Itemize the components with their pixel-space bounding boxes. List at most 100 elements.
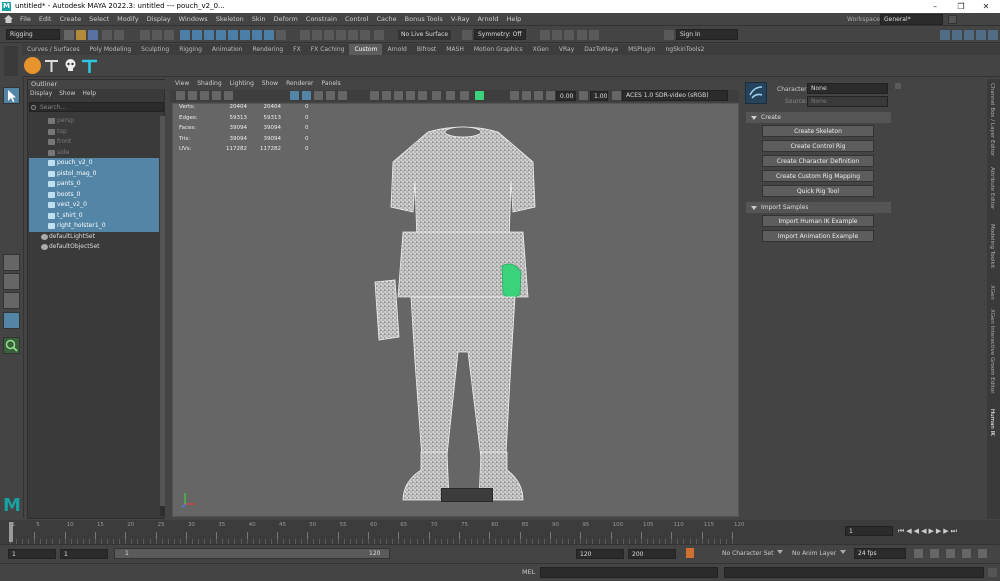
gamma-field[interactable]: 1.00 xyxy=(590,91,608,101)
create-custom-rig-mapping-button[interactable]: Create Custom Rig Mapping xyxy=(762,170,874,182)
shelf-tab-mash[interactable]: MASH xyxy=(441,44,469,55)
select-hierarchy-icon[interactable] xyxy=(140,30,150,40)
render-settings-icon[interactable] xyxy=(336,30,346,40)
single-perspective-layout-icon[interactable] xyxy=(3,254,20,271)
hud-icon[interactable] xyxy=(460,91,469,100)
camera-bookmarks-icon[interactable] xyxy=(188,91,197,100)
shelf-tab-fx-caching[interactable]: FX Caching xyxy=(306,44,350,55)
select-tool-icon[interactable] xyxy=(3,87,20,104)
attribute-editor-icon[interactable] xyxy=(964,30,974,40)
isolate-select-icon[interactable] xyxy=(394,91,403,100)
save-scene-icon[interactable] xyxy=(88,30,98,40)
new-scene-icon[interactable] xyxy=(64,30,74,40)
textured-icon[interactable] xyxy=(314,91,323,100)
exposure-field[interactable]: 0.00 xyxy=(556,91,576,101)
channel-box-icon[interactable] xyxy=(952,30,962,40)
import-animation-example-button[interactable]: Import Animation Example xyxy=(762,230,874,242)
humanik-options-icon[interactable] xyxy=(895,83,901,89)
shelf-tab-motion-graphics[interactable]: Motion Graphics xyxy=(469,44,528,55)
settings-icon[interactable] xyxy=(664,30,674,40)
current-frame-field[interactable]: 1 xyxy=(845,526,893,536)
home-icon[interactable] xyxy=(4,15,13,23)
auto-key-icon[interactable] xyxy=(686,548,694,558)
shelf-tab-xgen[interactable]: XGen xyxy=(528,44,554,55)
magnet-icon[interactable] xyxy=(374,30,384,40)
render-frame-icon[interactable] xyxy=(312,30,322,40)
shelf-tab-vray[interactable]: VRay xyxy=(554,44,579,55)
render-view-icon[interactable] xyxy=(360,30,370,40)
outliner-item-front[interactable]: front xyxy=(29,137,159,148)
menu-skin[interactable]: Skin xyxy=(248,13,270,26)
color-management-icon[interactable] xyxy=(612,91,621,100)
outliner-search-input[interactable]: Search... xyxy=(29,102,164,112)
viewport-menu-show[interactable]: Show xyxy=(262,80,278,87)
stickman-icon[interactable] xyxy=(946,549,955,558)
viewport-menu-lighting[interactable]: Lighting xyxy=(230,80,254,87)
mel-input[interactable] xyxy=(540,567,718,578)
shelf-tpose-icon[interactable] xyxy=(43,57,60,74)
menu-display[interactable]: Display xyxy=(143,13,175,26)
menu-v-ray[interactable]: V-Ray xyxy=(447,13,474,26)
create-section-header[interactable]: Create xyxy=(746,112,891,123)
end-frame-field[interactable]: 200 xyxy=(628,549,676,559)
menu-constrain[interactable]: Constrain xyxy=(302,13,341,26)
live-surface-field[interactable]: No Live Surface xyxy=(398,30,452,40)
viewport-menu-shading[interactable]: Shading xyxy=(197,80,221,87)
tool-settings-icon[interactable] xyxy=(976,30,986,40)
smooth-shade-icon[interactable] xyxy=(302,91,311,100)
shelf-options-icon[interactable] xyxy=(4,46,18,76)
layout-icon[interactable] xyxy=(940,30,950,40)
create-character-definition-button[interactable]: Create Character Definition xyxy=(762,155,874,167)
wireframe-icon[interactable] xyxy=(290,91,299,100)
open-scene-icon[interactable] xyxy=(76,30,86,40)
resolution-gate-icon[interactable] xyxy=(510,91,519,100)
outliner-item-t-shirt-0[interactable]: t_shirt_0 xyxy=(29,210,159,221)
character-set-dropdown-icon[interactable] xyxy=(777,550,783,555)
create-skeleton-button[interactable]: Create Skeleton xyxy=(762,125,874,137)
shelf-tab-poly-modeling[interactable]: Poly Modeling xyxy=(85,44,137,55)
mel-label[interactable]: MEL xyxy=(522,568,535,576)
shelf-maya-button[interactable] xyxy=(24,57,41,74)
fps-dropdown[interactable]: 24 fps xyxy=(854,548,906,559)
shelf-tab-fx[interactable]: FX xyxy=(288,44,306,55)
toggle-modeling-icon[interactable] xyxy=(564,30,574,40)
menu-cache[interactable]: Cache xyxy=(372,13,400,26)
field-chart-icon[interactable] xyxy=(534,91,543,100)
preferences-icon[interactable] xyxy=(978,549,987,558)
colorspace-dropdown[interactable]: ACES 1.0 SDR-video (sRGB) xyxy=(622,90,728,101)
rotate-tool-icon[interactable] xyxy=(3,167,20,184)
outliner-item-right-holster1-0[interactable]: right_holster1_0 xyxy=(29,221,159,232)
shelf-tab-rigging[interactable]: Rigging xyxy=(174,44,207,55)
script-icon[interactable] xyxy=(552,30,562,40)
anim-end-field[interactable]: 120 xyxy=(576,549,624,559)
viewport-menu-renderer[interactable]: Renderer xyxy=(286,80,313,87)
shelf-tab-custom[interactable]: Custom xyxy=(349,44,383,55)
history-icon[interactable] xyxy=(300,30,310,40)
undo-icon[interactable] xyxy=(102,30,112,40)
search-tool-icon[interactable] xyxy=(3,337,20,354)
menu-modify[interactable]: Modify xyxy=(113,13,143,26)
outliner-item-pistol-mag-0[interactable]: pistol_mag_0 xyxy=(29,168,159,179)
menu-windows[interactable]: Windows xyxy=(175,13,212,26)
xray-joints-icon[interactable] xyxy=(382,91,391,100)
viewport-canvas[interactable]: Verts: 20404 20404 0 Edges: 59313 59313 0 Faces:… xyxy=(172,103,739,517)
menu-arnold[interactable]: Arnold xyxy=(473,13,502,26)
viewport-menu-panels[interactable]: Panels xyxy=(321,80,340,87)
create-control-rig-button[interactable]: Create Control Rig xyxy=(762,140,874,152)
move-tool-icon[interactable] xyxy=(3,148,20,165)
viewport-menu-view[interactable]: View xyxy=(175,80,189,87)
shelf-tab-daztomaya[interactable]: DazToMaya xyxy=(579,44,623,55)
menu-help[interactable]: Help xyxy=(502,13,525,26)
current-time-marker[interactable] xyxy=(9,522,13,542)
sound-icon[interactable] xyxy=(930,549,939,558)
time-slider[interactable]: 1 5 10 15 20 25 30 35 40 45 50 55 60 65 70 75 80 85 90 95 10… xyxy=(0,520,1000,544)
outliner-scrollbar[interactable] xyxy=(160,116,165,516)
sign-in-button[interactable]: Sign In xyxy=(676,29,738,40)
shelf-tab-msplugin[interactable]: MSPlugin xyxy=(623,44,660,55)
snap-pivot-icon[interactable] xyxy=(276,30,286,40)
snap-point-icon[interactable] xyxy=(204,30,214,40)
menu-bonus-tools[interactable]: Bonus Tools xyxy=(401,13,447,26)
outliner-item-defaultObjectSet[interactable]: defaultObjectSet xyxy=(29,242,159,253)
minimize-icon[interactable]: – xyxy=(925,1,945,12)
tab-modeling-toolkit[interactable]: Modeling Toolkit xyxy=(989,224,995,268)
